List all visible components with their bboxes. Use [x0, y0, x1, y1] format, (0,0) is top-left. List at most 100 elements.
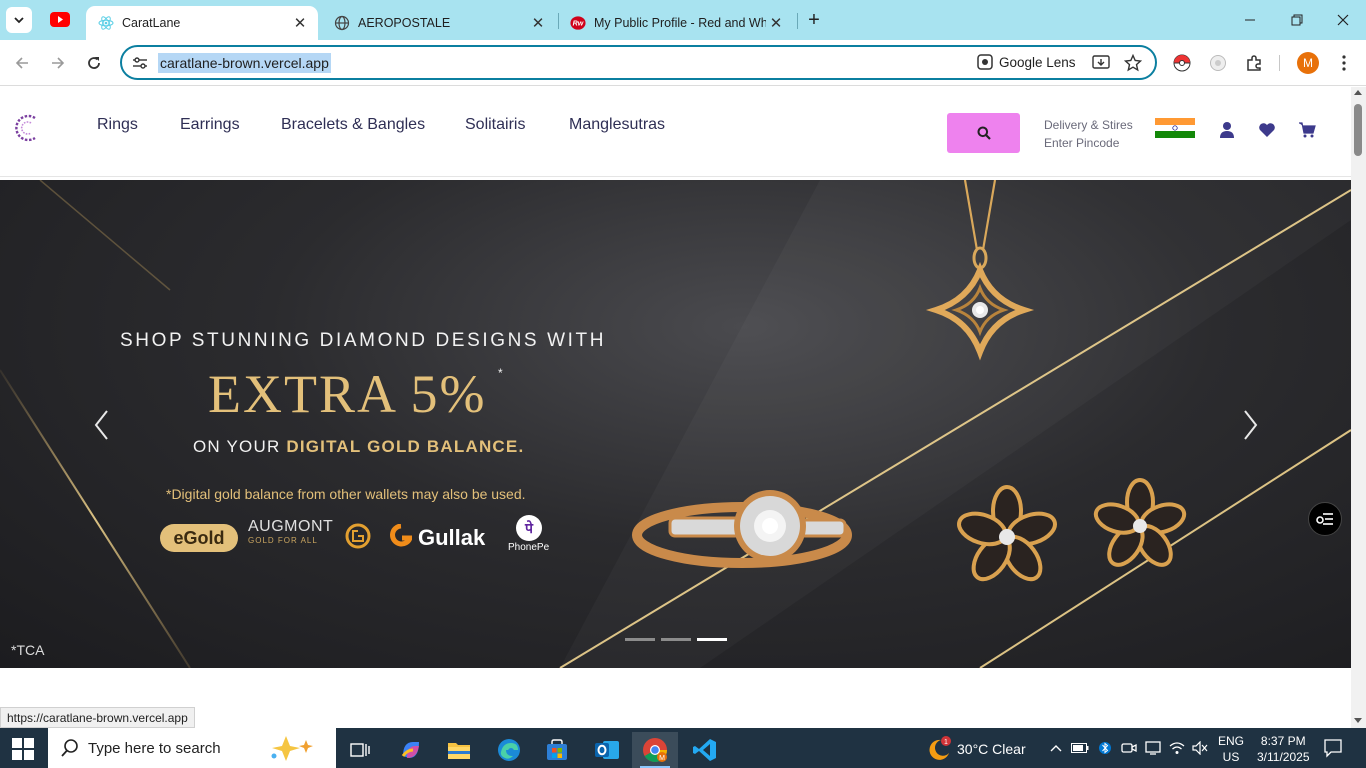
nav-solitairis[interactable]: Solitairis	[465, 116, 525, 134]
page-scrollbar[interactable]	[1351, 87, 1366, 728]
store-app[interactable]	[534, 732, 580, 768]
toolbar-divider	[1279, 55, 1280, 71]
url-text[interactable]: caratlane-brown.vercel.app	[158, 53, 331, 73]
google-lens-button[interactable]: Google Lens	[977, 54, 1076, 70]
taskbar-search-box[interactable]: Type here to search	[48, 728, 336, 768]
hero-note: *Digital gold balance from other wallets…	[166, 486, 526, 502]
tab-caratlane[interactable]: CaratLane ✕	[86, 6, 318, 40]
language-indicator[interactable]: ENG US	[1218, 733, 1244, 765]
carousel-dot-active[interactable]	[697, 638, 727, 641]
tray-chevron-up-icon[interactable]	[1046, 738, 1066, 758]
scroll-down-arrow-icon[interactable]	[1354, 718, 1362, 723]
floating-settings-button[interactable]	[1308, 502, 1342, 536]
copilot-app[interactable]	[388, 732, 434, 768]
browser-tabstrip: CaratLane ✕ AEROPOSTALE ✕ Rw My Public P…	[0, 0, 1366, 40]
search-button[interactable]	[947, 113, 1020, 153]
hero-offer: EXTRA 5%	[208, 364, 487, 424]
caratlane-logo[interactable]	[14, 111, 40, 145]
chrome-app[interactable]: M	[632, 732, 678, 768]
minimize-icon	[1245, 19, 1255, 21]
edge-app[interactable]	[486, 732, 532, 768]
vscode-app[interactable]	[682, 732, 728, 768]
wifi-icon[interactable]	[1167, 738, 1187, 758]
delivery-pincode[interactable]: Delivery & Stires Enter Pincode	[1044, 116, 1133, 152]
carousel-prev-arrow-icon[interactable]	[90, 408, 114, 442]
task-view-button[interactable]	[337, 732, 383, 768]
restore-icon	[1291, 14, 1303, 26]
site-info-icon[interactable]	[132, 55, 148, 71]
nav-earrings[interactable]: Earrings	[180, 116, 240, 134]
taskbar-search-placeholder: Type here to search	[88, 739, 221, 757]
chevron-down-icon	[14, 17, 24, 24]
hero-subheading-prefix: ON YOUR	[193, 437, 287, 456]
volume-muted-icon[interactable]	[1190, 738, 1210, 758]
folder-icon	[448, 743, 470, 759]
display-icon[interactable]	[1143, 738, 1163, 758]
kebab-menu-icon[interactable]	[1333, 52, 1355, 74]
close-tab-icon[interactable]: ✕	[290, 13, 310, 33]
copilot-icon	[401, 742, 419, 758]
youtube-pinned-tab[interactable]	[50, 12, 70, 27]
language-line1: ENG	[1218, 734, 1245, 748]
cart-icon[interactable]	[1297, 120, 1317, 140]
nav-bracelets-bangles[interactable]: Bracelets & Bangles	[281, 116, 425, 134]
restore-button[interactable]	[1282, 8, 1312, 32]
globe-icon	[334, 15, 350, 31]
new-tab-button[interactable]: +	[803, 9, 825, 31]
close-tab-icon[interactable]: ✕	[528, 13, 548, 33]
india-flag-icon[interactable]	[1155, 118, 1195, 138]
carousel-next-arrow-icon[interactable]	[1238, 408, 1262, 442]
close-window-button[interactable]	[1328, 8, 1358, 32]
carousel-dot[interactable]	[625, 638, 655, 641]
taskbar-clock[interactable]: 8:37 PM 3/11/2025	[1257, 733, 1310, 765]
profile-avatar[interactable]: M	[1297, 52, 1319, 74]
tab-search-button[interactable]	[6, 7, 32, 33]
hero-carousel[interactable]: SHOP STUNNING DIAMOND DESIGNS WITH EXTRA…	[0, 180, 1351, 668]
outlook-app[interactable]	[584, 732, 630, 768]
back-button[interactable]	[10, 51, 34, 75]
tca-note: *TCA	[11, 642, 45, 658]
weather-text: 30°C Clear	[957, 741, 1026, 757]
tab-public-profile[interactable]: Rw My Public Profile - Red and Whi ✕	[558, 6, 794, 40]
notification-icon[interactable]	[1323, 738, 1343, 758]
tab-aeropostale[interactable]: AEROPOSTALE ✕	[322, 6, 556, 40]
react-icon	[98, 15, 114, 31]
user-icon[interactable]	[1217, 120, 1237, 140]
carousel-dot[interactable]	[661, 638, 691, 641]
pokeball-extension-icon[interactable]	[1171, 52, 1193, 74]
browser-toolbar: caratlane-brown.vercel.app Google Lens M	[0, 40, 1366, 86]
windows-start-icon[interactable]	[12, 738, 34, 760]
meet-now-icon[interactable]	[1119, 738, 1139, 758]
windows-taskbar: Type here to search M 1 30°C Clear ENG U…	[0, 728, 1366, 768]
pendant-image	[925, 180, 1035, 361]
close-tab-icon[interactable]: ✕	[766, 13, 786, 33]
scroll-thumb[interactable]	[1354, 104, 1362, 156]
safegold-logo	[345, 523, 371, 549]
gullak-text: Gullak	[418, 525, 486, 550]
gullak-logo: Gullak	[390, 518, 485, 558]
nav-rings[interactable]: Rings	[97, 116, 138, 134]
battery-icon[interactable]	[1070, 738, 1090, 758]
install-app-icon[interactable]	[1092, 54, 1110, 72]
address-bar[interactable]: caratlane-brown.vercel.app Google Lens	[120, 45, 1157, 80]
svg-text:Rw: Rw	[573, 20, 584, 28]
chrome-icon: M	[643, 738, 667, 763]
puzzle-extensions-icon[interactable]	[1243, 52, 1265, 74]
reload-button[interactable]	[82, 51, 106, 75]
star-bookmark-icon[interactable]	[1124, 54, 1142, 72]
minimize-button[interactable]	[1235, 8, 1265, 32]
site-header: Rings Earrings Bracelets & Bangles Solit…	[0, 87, 1351, 177]
scroll-up-arrow-icon[interactable]	[1354, 90, 1362, 95]
close-icon	[1337, 14, 1349, 26]
forward-button[interactable]	[46, 51, 70, 75]
heart-wishlist-icon[interactable]	[1257, 120, 1277, 140]
settings-list-icon	[1316, 513, 1333, 525]
extension-icon[interactable]	[1207, 52, 1229, 74]
file-explorer-app[interactable]	[436, 732, 482, 768]
reload-icon	[88, 57, 100, 69]
weather-moon-icon: 1	[929, 736, 951, 760]
bluetooth-icon[interactable]	[1095, 738, 1115, 758]
weather-widget[interactable]: 1 30°C Clear	[925, 736, 1026, 762]
nav-manglesutras[interactable]: Manglesutras	[569, 116, 665, 134]
link-status-bubble: https://caratlane-brown.vercel.app	[0, 707, 195, 728]
